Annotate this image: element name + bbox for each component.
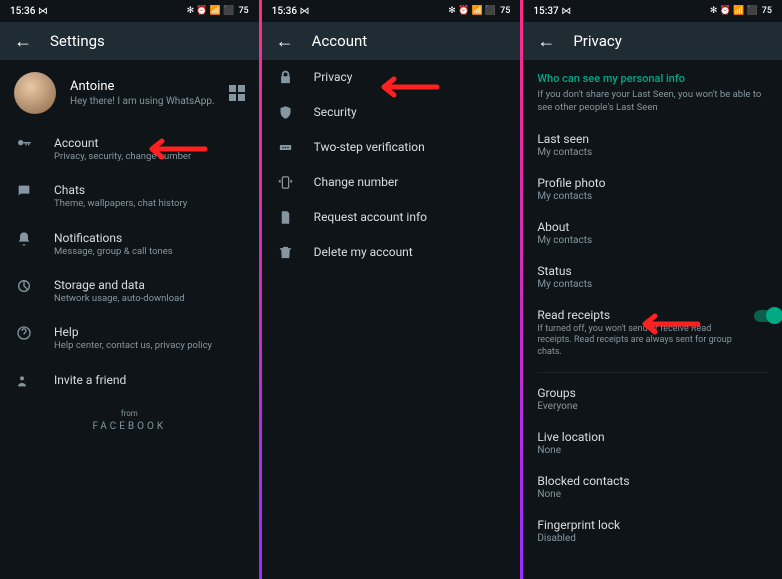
item-last-seen[interactable]: Last seenMy contacts	[523, 123, 782, 167]
key-icon	[14, 136, 34, 163]
page-title: Account	[312, 32, 368, 50]
lock-icon	[276, 70, 296, 85]
item-read-receipts[interactable]: Read receipts If turned off, you won't s…	[523, 299, 782, 368]
status-bar: 15:36 ⋈ ✻ ⏰ 📶 ⬛75	[262, 0, 521, 22]
document-icon	[276, 210, 296, 225]
item-about[interactable]: AboutMy contacts	[523, 211, 782, 255]
footer: from FACEBOOK	[0, 409, 259, 432]
sidebar-item-help[interactable]: HelpHelp center, contact us, privacy pol…	[0, 315, 259, 362]
sidebar-item-storage[interactable]: Storage and dataNetwork usage, auto-down…	[0, 268, 259, 315]
item-request-info[interactable]: Request account info	[262, 200, 521, 235]
status-icon: ⋈	[38, 6, 48, 17]
account-list: Privacy Security Two-step verification C…	[262, 60, 521, 270]
qr-icon[interactable]	[229, 85, 245, 101]
section-header: Who can see my personal info	[523, 60, 782, 89]
data-icon	[14, 278, 34, 305]
settings-screen: 15:36 ⋈ ✻ ⏰ 📶 ⬛75 ← Settings Antoine Hey…	[0, 0, 259, 579]
sidebar-item-account[interactable]: AccountPrivacy, security, change number	[0, 126, 259, 173]
section-note: If you don't share your Last Seen, you w…	[523, 89, 782, 123]
chat-icon	[14, 183, 34, 210]
status-bar: 15:37 ⋈ ✻ ⏰ 📶 ⬛75	[523, 0, 782, 22]
app-bar: ← Settings	[0, 22, 259, 60]
app-bar: ← Privacy	[523, 22, 782, 60]
page-title: Settings	[50, 32, 105, 50]
pin-icon	[276, 140, 296, 155]
sidebar-item-chats[interactable]: ChatsTheme, wallpapers, chat history	[0, 173, 259, 220]
item-security[interactable]: Security	[262, 95, 521, 130]
item-delete-account[interactable]: Delete my account	[262, 235, 521, 270]
profile-status: Hey there! I am using WhatsApp.	[70, 96, 215, 107]
item-status[interactable]: StatusMy contacts	[523, 255, 782, 299]
item-live-location[interactable]: Live locationNone	[523, 421, 782, 465]
sidebar-item-invite[interactable]: Invite a friend	[0, 363, 259, 399]
item-blocked[interactable]: Blocked contactsNone	[523, 465, 782, 509]
profile-name: Antoine	[70, 79, 215, 94]
item-change-number[interactable]: Change number	[262, 165, 521, 200]
privacy-screen: 15:37 ⋈ ✻ ⏰ 📶 ⬛75 ← Privacy Who can see …	[523, 0, 782, 579]
item-two-step[interactable]: Two-step verification	[262, 130, 521, 165]
settings-list: AccountPrivacy, security, change number …	[0, 126, 259, 399]
profile-row[interactable]: Antoine Hey there! I am using WhatsApp.	[0, 60, 259, 126]
bell-icon	[14, 231, 34, 258]
trash-icon	[276, 245, 296, 260]
account-screen: 15:36 ⋈ ✻ ⏰ 📶 ⬛75 ← Account Privacy Secu…	[262, 0, 521, 579]
status-bar: 15:36 ⋈ ✻ ⏰ 📶 ⬛75	[0, 0, 259, 22]
back-icon[interactable]: ←	[537, 31, 555, 52]
read-receipts-toggle[interactable]	[754, 310, 780, 322]
phone-icon	[276, 175, 296, 190]
item-groups[interactable]: GroupsEveryone	[523, 377, 782, 421]
divider	[537, 372, 768, 373]
people-icon	[14, 373, 34, 389]
avatar	[14, 72, 56, 114]
sidebar-item-notifications[interactable]: NotificationsMessage, group & call tones	[0, 221, 259, 268]
shield-icon	[276, 105, 296, 120]
item-privacy[interactable]: Privacy	[262, 60, 521, 95]
status-right: ✻ ⏰ 📶 ⬛75	[187, 6, 249, 16]
back-icon[interactable]: ←	[14, 31, 32, 52]
page-title: Privacy	[573, 32, 621, 50]
item-profile-photo[interactable]: Profile photoMy contacts	[523, 167, 782, 211]
help-icon	[14, 325, 34, 352]
item-fingerprint[interactable]: Fingerprint lockDisabled	[523, 509, 782, 553]
status-time: 15:36	[10, 6, 35, 17]
back-icon[interactable]: ←	[276, 31, 294, 52]
app-bar: ← Account	[262, 22, 521, 60]
